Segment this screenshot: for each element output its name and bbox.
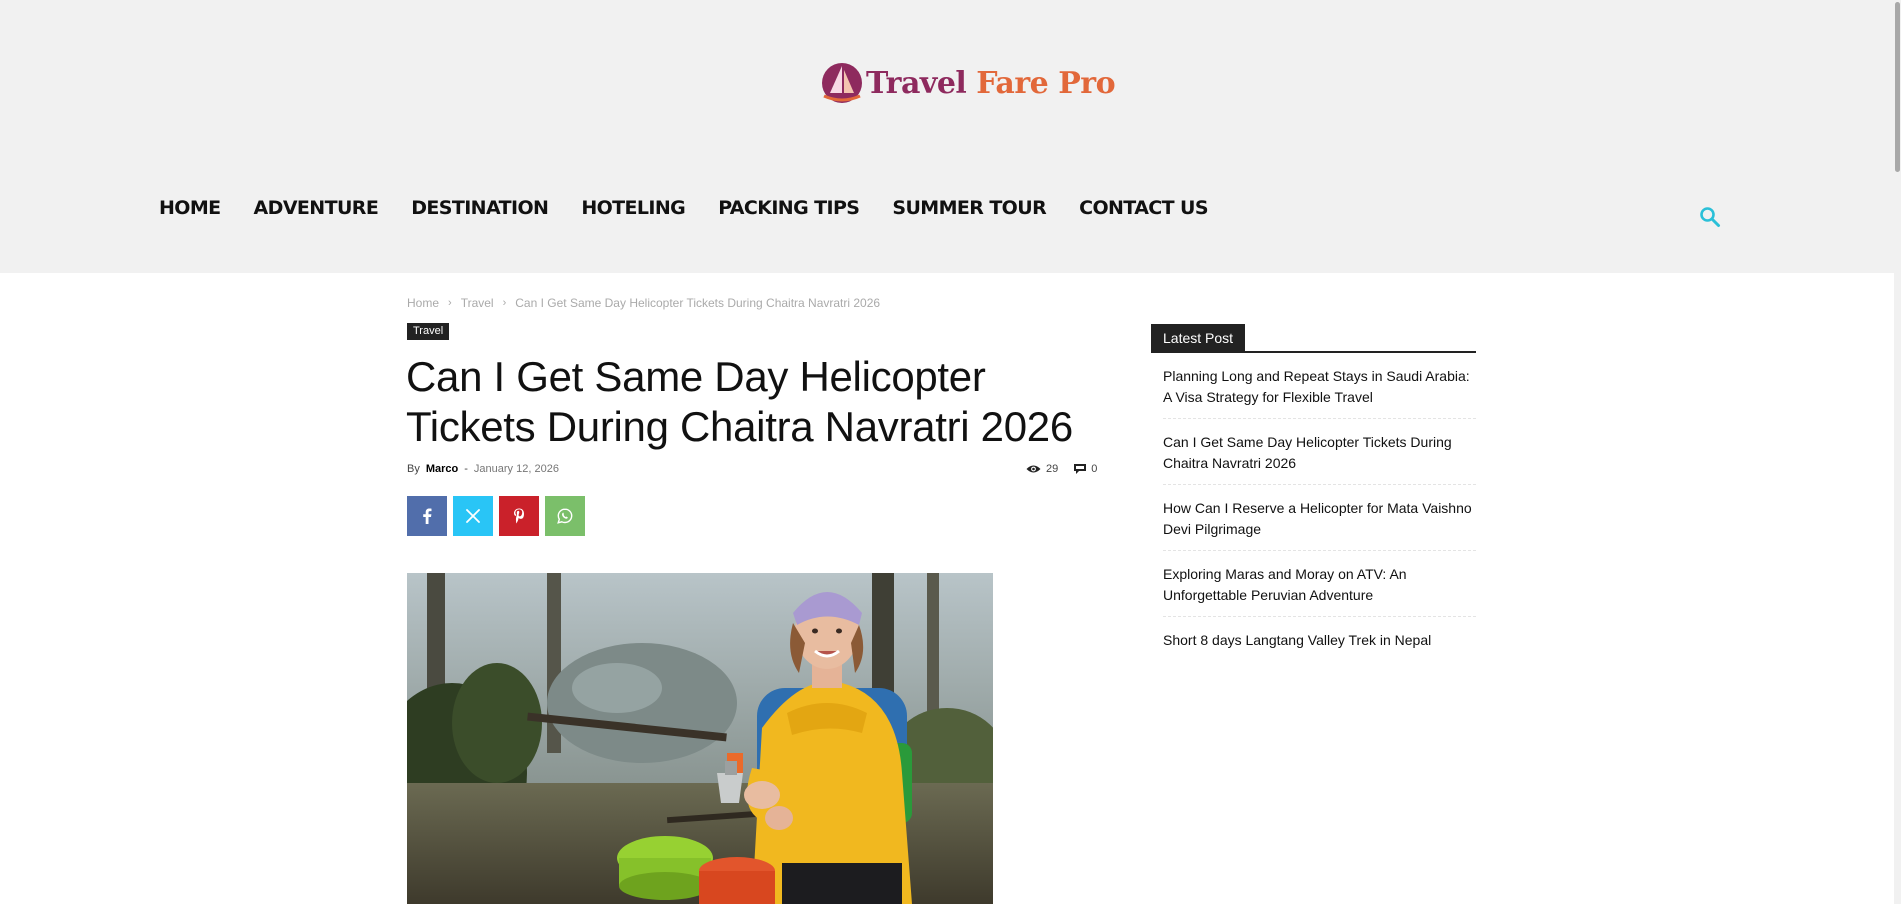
main-nav: HOME ADVENTURE DESTINATION HOTELING PACK… <box>159 197 1241 219</box>
widget-title: Latest Post <box>1151 324 1246 353</box>
logo-word-fare-pro: Fare Pro <box>976 65 1116 101</box>
nav-home[interactable]: HOME <box>159 197 221 219</box>
latest-post-link[interactable]: Planning Long and Repeat Stays in Saudi … <box>1163 353 1476 419</box>
author-link[interactable]: Marco <box>426 463 458 475</box>
share-x-button[interactable] <box>453 496 493 536</box>
latest-post-link[interactable]: How Can I Reserve a Helicopter for Mata … <box>1163 485 1476 551</box>
x-icon <box>466 509 480 523</box>
facebook-icon <box>423 508 432 524</box>
nav-summer-tour[interactable]: SUMMER TOUR <box>892 197 1046 219</box>
article-meta: By Marco - January 12, 2026 <box>407 463 559 475</box>
featured-image <box>407 573 993 904</box>
widget-header: Latest Post <box>1151 324 1476 353</box>
search-icon <box>1700 207 1720 227</box>
share-facebook-button[interactable] <box>407 496 447 536</box>
site-header: Travel Fare Pro HOME ADVENTURE DESTINATI… <box>0 0 1894 273</box>
category-tag[interactable]: Travel <box>407 323 450 340</box>
site-logo[interactable]: Travel Fare Pro <box>820 58 1116 108</box>
article-title: Can I Get Same Day Helicopter Tickets Du… <box>406 353 1073 450</box>
share-buttons <box>407 496 591 536</box>
scrollbar-thumb[interactable] <box>1895 2 1900 172</box>
latest-posts-widget: Latest Post Planning Long and Repeat Sta… <box>1151 324 1476 661</box>
share-pinterest-button[interactable] <box>499 496 539 536</box>
publish-date: January 12, 2026 <box>473 463 559 475</box>
latest-post-link[interactable]: Short 8 days Langtang Valley Trek in Nep… <box>1163 617 1476 661</box>
site-logo-text: Travel Fare Pro <box>866 65 1116 101</box>
eye-icon <box>1026 465 1041 473</box>
breadcrumb: Home › Travel › Can I Get Same Day Helic… <box>407 296 880 310</box>
pinterest-icon <box>514 508 524 524</box>
comments-value: 0 <box>1091 463 1098 475</box>
nav-packing-tips[interactable]: PACKING TIPS <box>718 197 860 219</box>
latest-posts-list: Planning Long and Repeat Stays in Saudi … <box>1151 353 1476 661</box>
search-button[interactable] <box>1699 206 1725 232</box>
nav-adventure[interactable]: ADVENTURE <box>254 197 379 219</box>
breadcrumb-separator-icon: › <box>448 297 452 309</box>
latest-post-link[interactable]: Exploring Maras and Moray on ATV: An Unf… <box>1163 551 1476 617</box>
sailboat-logo-icon <box>822 63 862 103</box>
whatsapp-icon <box>557 508 573 524</box>
breadcrumb-current: Can I Get Same Day Helicopter Tickets Du… <box>515 296 881 310</box>
comments-count[interactable]: 0 <box>1074 463 1097 475</box>
breadcrumb-separator-icon: › <box>502 297 507 309</box>
comment-icon <box>1074 464 1087 474</box>
views-count: 29 <box>1026 463 1058 475</box>
nav-contact-us[interactable]: CONTACT US <box>1079 197 1208 219</box>
page-scrollbar[interactable] <box>1894 0 1901 904</box>
nav-destination[interactable]: DESTINATION <box>411 197 549 219</box>
share-whatsapp-button[interactable] <box>545 496 585 536</box>
article-stats: 29 0 <box>1026 463 1097 475</box>
views-value: 29 <box>1046 463 1059 475</box>
meta-separator: - <box>464 463 468 475</box>
breadcrumb-category[interactable]: Travel <box>461 296 494 310</box>
breadcrumb-home[interactable]: Home <box>407 296 439 310</box>
logo-word-travel: Travel <box>866 65 967 101</box>
by-label: By <box>407 463 420 475</box>
nav-hoteling[interactable]: HOTELING <box>581 197 685 219</box>
latest-post-link[interactable]: Can I Get Same Day Helicopter Tickets Du… <box>1163 419 1476 485</box>
